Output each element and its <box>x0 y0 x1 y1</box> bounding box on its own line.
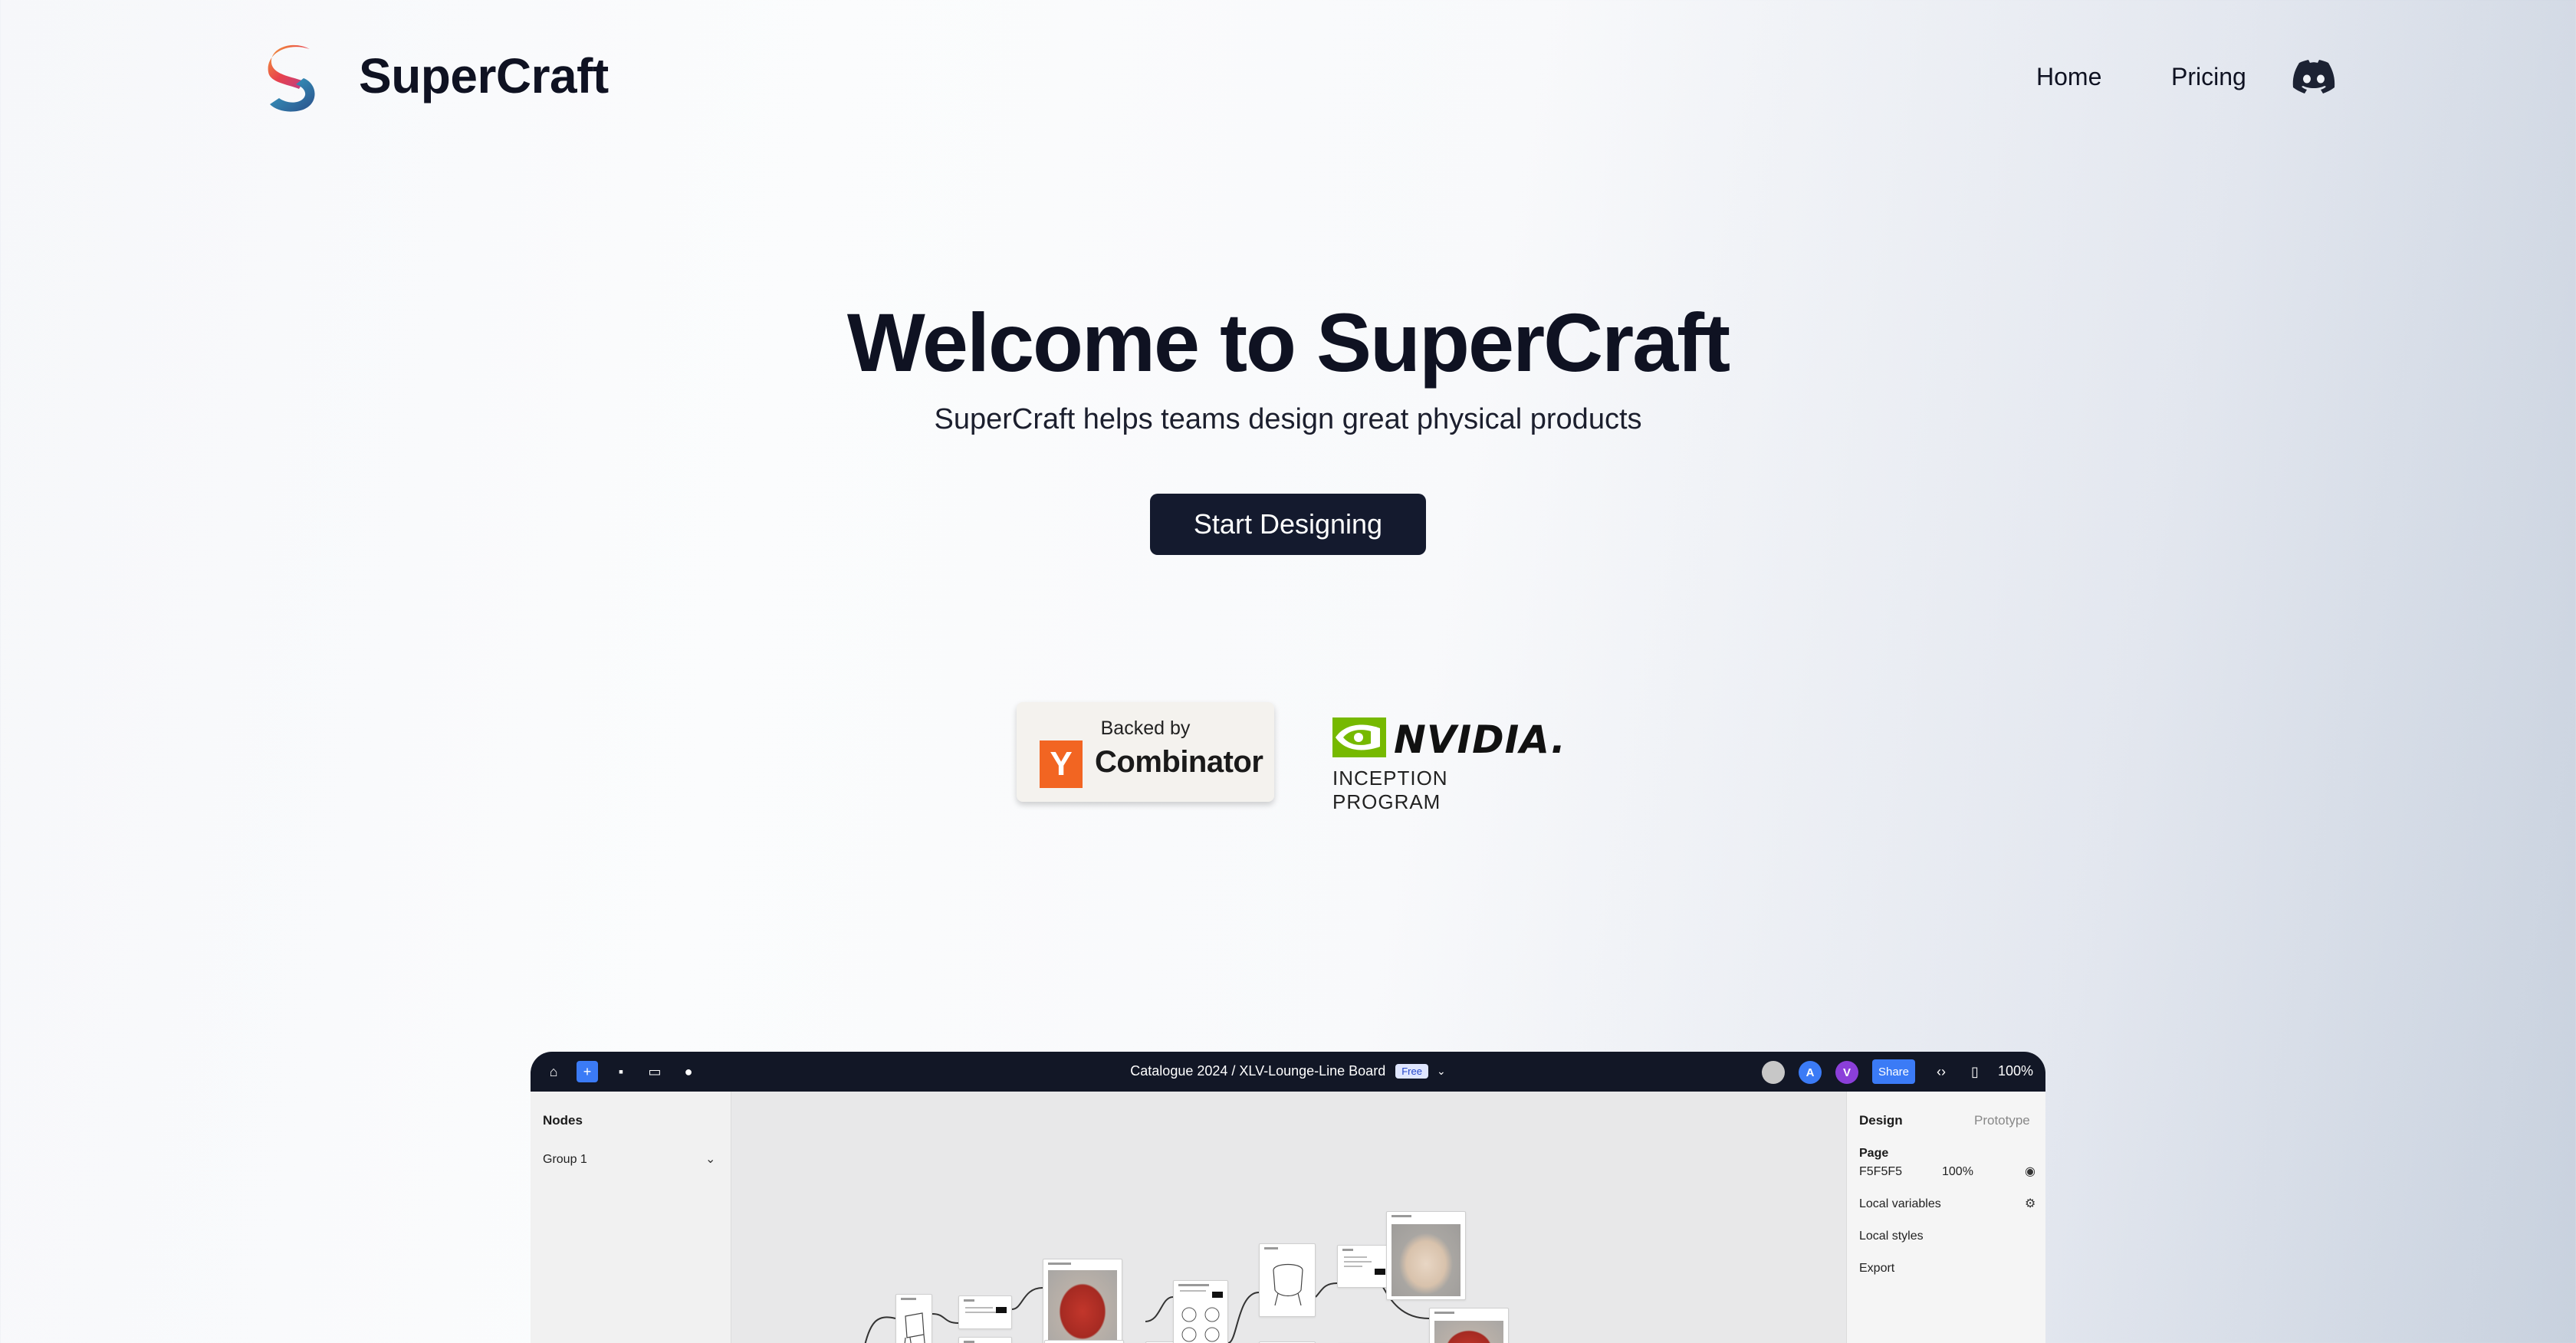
hero-title: Welcome to SuperCraft <box>846 296 1730 389</box>
share-button[interactable]: Share <box>1872 1059 1915 1084</box>
group-item[interactable]: Group 1 <box>543 1153 587 1167</box>
sketch-grid-node[interactable] <box>1173 1280 1228 1343</box>
yc-logo-icon: Y <box>1040 740 1083 788</box>
red-chair-render <box>1434 1321 1503 1343</box>
nvidia-inception-badge: NVIDIA. INCEPTION PROGRAM <box>1332 714 1566 813</box>
tab-design[interactable]: Design <box>1859 1113 1903 1128</box>
supercraft-logo-icon[interactable] <box>262 41 324 115</box>
design-canvas[interactable] <box>731 1092 1857 1343</box>
avatar[interactable]: A <box>1799 1061 1822 1084</box>
red-chair-render <box>1048 1270 1117 1343</box>
brand-name[interactable]: SuperCraft <box>359 48 609 104</box>
hero-subtitle: SuperCraft helps teams design great phys… <box>934 403 1642 435</box>
yc-backed-label: Backed by <box>1100 717 1191 739</box>
prompt-node[interactable] <box>958 1337 1012 1343</box>
device-icon[interactable]: ▯ <box>1964 1061 1986 1082</box>
nav-pricing-link[interactable]: Pricing <box>2171 63 2246 91</box>
code-icon[interactable]: ‹› <box>1930 1061 1952 1082</box>
tab-prototype[interactable]: Prototype <box>1974 1113 2030 1128</box>
render-node[interactable] <box>1429 1308 1509 1343</box>
prompt-node[interactable] <box>958 1295 1012 1329</box>
yc-combinator-label: Combinator <box>1095 745 1263 779</box>
plan-badge: Free <box>1395 1063 1428 1079</box>
cream-chair-render <box>1392 1224 1460 1296</box>
avatar[interactable] <box>1762 1061 1785 1084</box>
render-node[interactable] <box>1044 1340 1124 1343</box>
page-section-label: Page <box>1859 1147 1889 1160</box>
chair-sketch-icon <box>1273 1263 1303 1306</box>
gear-icon[interactable]: ⚙ <box>2025 1196 2036 1211</box>
render-node[interactable] <box>1043 1259 1122 1343</box>
chair-sketch-icon <box>904 1312 925 1343</box>
nvidia-wordmark: NVIDIA. <box>1394 717 1566 762</box>
chevron-down-icon[interactable]: ⌄ <box>1437 1065 1446 1077</box>
discord-icon[interactable] <box>2292 60 2335 94</box>
nvidia-eye-icon <box>1332 717 1386 757</box>
avatar[interactable]: V <box>1835 1061 1858 1084</box>
sketch-node[interactable] <box>895 1294 932 1343</box>
sketch-node[interactable] <box>1259 1243 1316 1317</box>
prompt-node[interactable] <box>1337 1245 1391 1288</box>
page-opacity-value[interactable]: 100% <box>1942 1165 1973 1179</box>
nodes-panel: Nodes Group 1 ⌄ <box>531 1092 731 1343</box>
export-item[interactable]: Export <box>1859 1262 1894 1276</box>
app-preview: ⌂ + ▪ ▭ ● Catalogue 2024 / XLV-Lounge-Li… <box>531 1052 2045 1343</box>
nav-home-link[interactable]: Home <box>2036 63 2101 91</box>
properties-panel: Design Prototype Page F5F5F5 100% ◉ Loca… <box>1846 1092 2045 1343</box>
breadcrumb-text: Catalogue 2024 / XLV-Lounge-Line Board <box>1130 1062 1386 1079</box>
render-node[interactable] <box>1386 1211 1466 1300</box>
local-styles-item[interactable]: Local styles <box>1859 1230 1924 1243</box>
chair-sketches-icon <box>1181 1307 1220 1342</box>
nodes-panel-title: Nodes <box>543 1113 583 1128</box>
app-toolbar: ⌂ + ▪ ▭ ● Catalogue 2024 / XLV-Lounge-Li… <box>531 1052 2045 1092</box>
yc-badge: Backed by Y Combinator <box>1017 702 1274 802</box>
chevron-down-icon[interactable]: ⌄ <box>705 1151 715 1167</box>
eye-icon[interactable]: ◉ <box>2025 1164 2036 1179</box>
local-variables-item[interactable]: Local variables <box>1859 1197 1941 1211</box>
nvidia-program-label: INCEPTION PROGRAM <box>1332 767 1448 813</box>
start-designing-button[interactable]: Start Designing <box>1150 494 1426 555</box>
zoom-level[interactable]: 100% <box>1998 1063 2033 1079</box>
page-color-value[interactable]: F5F5F5 <box>1859 1165 1902 1179</box>
